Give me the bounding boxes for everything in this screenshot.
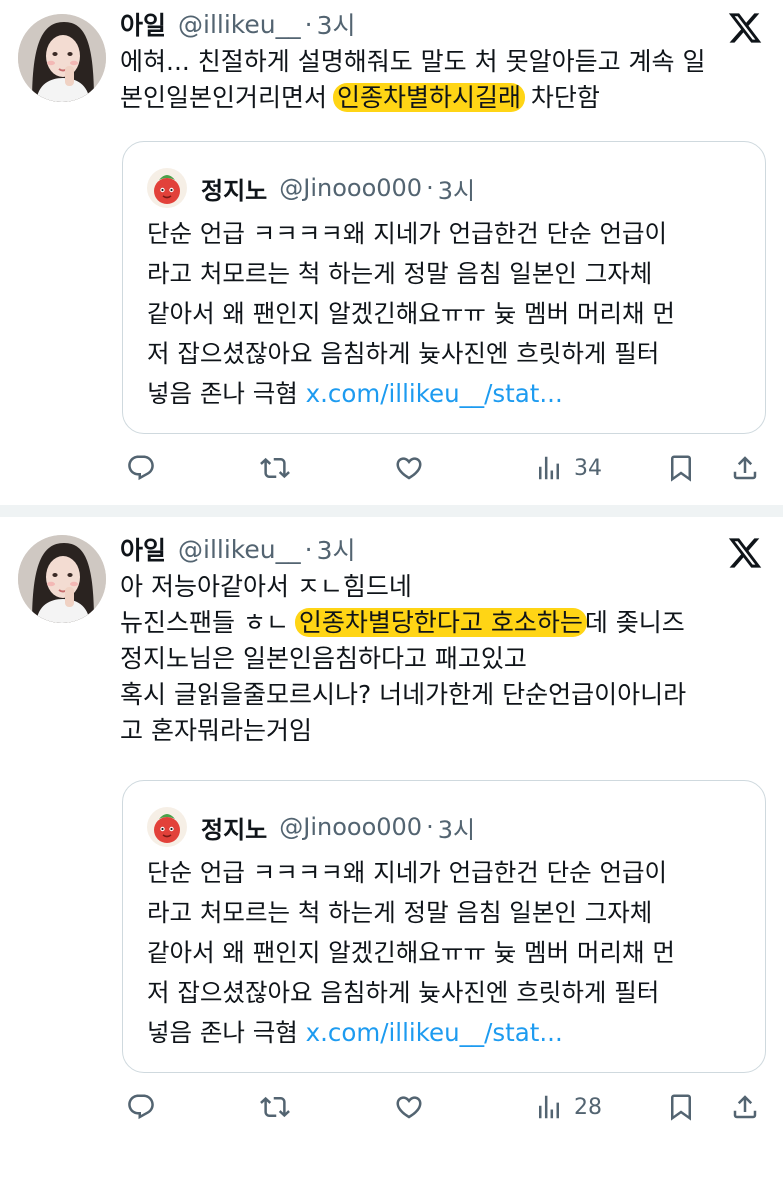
quote-line-text: 넣음 존나 극혐 [147,1018,306,1047]
bookmark-button[interactable] [666,1087,696,1127]
text-segment: 데 좆니즈 [584,608,685,637]
quote-line: 저 잡으셨잖아요 음침하게 늊사진엔 흐릿하게 필터 [147,978,660,1007]
heart-icon [396,457,422,480]
reply-icon [128,1094,154,1120]
retweet-button[interactable] [260,448,290,488]
quote-line: 단순 언급 ㅋㅋㅋㅋ왜 지네가 언급한건 단순 언급이 [147,219,668,248]
x-logo-icon [728,538,762,568]
quote-link[interactable]: x.com/illikeu__/stat... [306,379,563,408]
x-logo-icon [728,13,762,43]
quote-line: 저 잡으셨잖아요 음침하게 늊사진엔 흐릿하게 필터 [147,339,660,368]
avatar-image [18,14,106,102]
tweet-header: 아일 @illikeu__ · 3시 [120,6,355,42]
share-icon [733,1095,757,1119]
share-button[interactable] [730,1087,760,1127]
share-icon [733,456,757,480]
share-button[interactable] [730,448,760,488]
tweet-text: 에혀... 친절하게 설명해줘도 말도 처 못알아듣고 계속 일 본인일본인거리… [120,44,770,116]
quote-text: 단순 언급 ㅋㅋㅋㅋ왜 지네가 언급한건 단순 언급이 라고 처모르는 척 하는… [147,214,747,414]
timestamp[interactable]: 3시 [317,6,356,42]
quote-avatar[interactable] [147,807,187,847]
like-button[interactable] [394,448,424,488]
text-line: 정지노님은 일본인음침하다고 패고있고 [120,641,770,677]
text-line: 에혀... 친절하게 설명해줘도 말도 처 못알아듣고 계속 일 [120,44,770,80]
separator-dot: · [304,9,313,39]
text-line: 아 저능아같아서 ㅈㄴ힘드네 [120,569,770,605]
quote-line: 단순 언급 ㅋㅋㅋㅋ왜 지네가 언급한건 단순 언급이 [147,858,668,887]
quoted-tweet[interactable]: 정지노 @Jinooo000 · 3시 단순 언급 ㅋㅋㅋㅋ왜 지네가 언급한건… [122,780,766,1073]
quote-line: 라고 처모르는 척 하는게 정말 음침 일본인 그자체 [147,898,653,927]
views-icon [539,456,559,480]
views-count: 28 [574,1094,602,1120]
reply-button[interactable] [126,448,156,488]
quote-author-name[interactable]: 정지노 [201,171,267,206]
retweet-icon [260,457,290,479]
text-segment: 뉴진스팬들 ㅎㄴ [120,608,297,637]
reply-icon [128,455,154,481]
author-name[interactable]: 아일 [120,531,166,567]
bookmark-icon [671,455,691,482]
views-icon [539,1095,559,1119]
quote-timestamp[interactable]: 3시 [438,810,475,845]
separator-dot: · [304,534,313,564]
action-bar: 28 [122,1087,762,1127]
quote-line: 라고 처모르는 척 하는게 정말 음침 일본인 그자체 [147,259,653,288]
quote-line: 넣음 존나 극혐 x.com/illikeu__/stat... [147,374,747,414]
tweet-text: 아 저능아같아서 ㅈㄴ힘드네 뉴진스팬들 ㅎㄴ 인종차별당한다고 호소하는데 좆… [120,569,770,749]
text-segment: 정지노님은 일본인음침하다고 패고있고 [120,644,527,673]
views-button[interactable]: 34 [534,448,602,488]
avatar[interactable] [18,14,106,102]
avatar-image [18,535,106,623]
text-line: 혹시 글읽을줄모르시나? 너네가한게 단순언급이아니라 [120,677,770,713]
bookmark-button[interactable] [666,448,696,488]
heart-icon [396,1096,422,1119]
quote-avatar[interactable] [147,168,187,208]
author-handle[interactable]: @illikeu__ [178,535,301,564]
action-bar: 34 [122,448,762,488]
text-segment: 아 저능아같아서 ㅈㄴ힘드네 [120,572,412,601]
timestamp[interactable]: 3시 [317,531,356,567]
text-segment: 차단함 [522,83,600,112]
quote-header: 정지노 @Jinooo000 · 3시 [147,807,475,847]
quote-text: 단순 언급 ㅋㅋㅋㅋ왜 지네가 언급한건 단순 언급이 라고 처모르는 척 하는… [147,853,747,1053]
retweet-button[interactable] [260,1087,290,1127]
text-line: 뉴진스팬들 ㅎㄴ 인종차별당한다고 호소하는데 좆니즈 [120,605,770,641]
quote-header: 정지노 @Jinooo000 · 3시 [147,168,475,208]
quote-line: 같아서 왜 팬인지 알겠긴해요ㅠㅠ 늊 멤버 머리채 먼 [147,938,675,967]
quote-author-handle[interactable]: @Jinooo000 [279,813,422,841]
bookmark-icon [671,1094,691,1121]
quote-author-name[interactable]: 정지노 [201,810,267,845]
quoted-tweet[interactable]: 정지노 @Jinooo000 · 3시 단순 언급 ㅋㅋㅋㅋ왜 지네가 언급한건… [122,141,766,434]
text-segment: 에혀... 친절하게 설명해줘도 말도 처 못알아듣고 계속 일 [120,47,706,76]
tweet[interactable]: 아일 @illikeu__ · 3시 아 저능아같아서 ㅈㄴ힘드네 뉴진스팬들 … [0,517,783,1200]
like-button[interactable] [394,1087,424,1127]
views-button[interactable]: 28 [534,1087,602,1127]
quote-line: 같아서 왜 팬인지 알겠긴해요ㅠㅠ 늊 멤버 머리채 먼 [147,299,675,328]
text-line: 본인일본인거리면서 인종차별하시길래 차단함 [120,80,770,116]
views-count: 34 [574,455,602,481]
highlighted-text: 인종차별당한다고 호소하는 [294,608,587,637]
quote-line: 넣음 존나 극혐 x.com/illikeu__/stat... [147,1013,747,1053]
separator-dot: · [426,174,434,202]
quote-avatar-image [147,168,187,208]
quote-line-text: 넣음 존나 극혐 [147,379,306,408]
text-segment: 고 혼자뭐라는거임 [120,716,312,745]
quote-avatar-image [147,807,187,847]
reply-button[interactable] [126,1087,156,1127]
text-line: 고 혼자뭐라는거임 [120,713,770,749]
tweet-header: 아일 @illikeu__ · 3시 [120,531,355,567]
quote-link[interactable]: x.com/illikeu__/stat... [306,1018,563,1047]
quote-timestamp[interactable]: 3시 [438,171,475,206]
author-handle[interactable]: @illikeu__ [178,10,301,39]
highlighted-text: 인종차별하시길래 [332,83,525,112]
text-segment: 혹시 글읽을줄모르시나? 너네가한게 단순언급이아니라 [120,680,687,709]
quote-author-handle[interactable]: @Jinooo000 [279,174,422,202]
separator-dot: · [426,813,434,841]
avatar[interactable] [18,535,106,623]
text-segment: 본인일본인거리면서 [120,83,335,112]
tweet-divider [0,505,783,517]
author-name[interactable]: 아일 [120,6,166,42]
tweet[interactable]: 아일 @illikeu__ · 3시 에혀... 친절하게 설명해줘도 말도 처… [0,0,783,505]
retweet-icon [260,1096,290,1118]
